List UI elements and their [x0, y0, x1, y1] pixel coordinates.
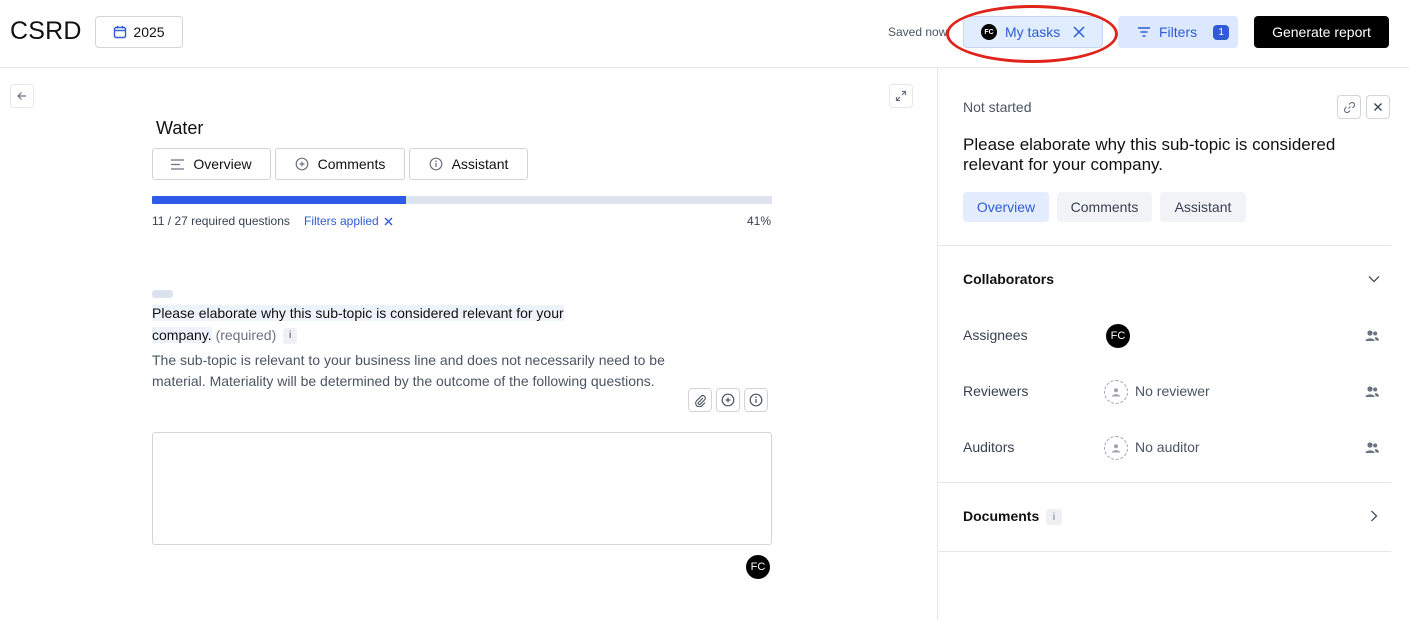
top-bar: CSRD 2025 Saved now FC My tasks Filters … — [0, 0, 1409, 68]
saved-status: Saved now — [888, 25, 948, 39]
filters-applied-label: Filters applied — [304, 214, 379, 228]
info-icon[interactable]: i — [1046, 509, 1062, 525]
user-icon — [1112, 388, 1120, 397]
calendar-icon — [114, 26, 127, 39]
collaborators-title: Collaborators — [963, 271, 1055, 287]
detail-panel: Not started Please elaborate why this su… — [937, 68, 1409, 620]
filters-applied-link[interactable]: Filters applied — [304, 214, 393, 228]
info-circle-icon — [429, 157, 442, 171]
empty-avatar[interactable] — [1104, 436, 1128, 460]
people-icon[interactable] — [1364, 328, 1380, 344]
arrow-left-icon — [17, 92, 26, 100]
avatar: FC — [981, 24, 997, 40]
info-icon[interactable]: i — [283, 328, 298, 345]
filter-lines-icon — [1138, 27, 1150, 37]
auditors-label: Auditors — [963, 439, 1015, 455]
reviewers-label: Reviewers — [963, 383, 1029, 399]
answer-textarea[interactable] — [152, 432, 772, 545]
chat-plus-icon — [295, 157, 309, 171]
close-icon — [1374, 103, 1382, 111]
progress-fill — [152, 196, 407, 204]
divider — [938, 245, 1391, 246]
generate-report-button[interactable]: Generate report — [1254, 16, 1389, 48]
question-text: Please elaborate why this sub-topic is c… — [152, 302, 592, 346]
question-line-2: company. — [152, 327, 212, 343]
chevron-right-icon[interactable] — [1370, 510, 1378, 522]
topic-title: Water — [156, 118, 204, 138]
question-description: The sub-topic is relevant to your busine… — [152, 352, 665, 389]
year-selector-button[interactable]: 2025 — [95, 16, 183, 48]
lines-icon — [171, 158, 185, 170]
tab-comments[interactable]: Comments — [275, 148, 405, 180]
info-circle-icon — [749, 393, 763, 407]
tab-overview[interactable]: Overview — [152, 148, 271, 180]
people-icon[interactable] — [1364, 384, 1380, 400]
expand-button[interactable] — [889, 84, 913, 108]
copy-link-button[interactable] — [1337, 95, 1361, 119]
required-questions-count: 11 / 27 required questions — [152, 214, 290, 228]
year-label: 2025 — [133, 24, 165, 40]
tab-label: Overview — [193, 156, 252, 172]
divider — [938, 482, 1391, 483]
skeleton-placeholder — [152, 290, 173, 298]
required-label: (required) — [215, 327, 277, 343]
add-comment-button[interactable] — [716, 388, 740, 412]
divider — [938, 551, 1391, 552]
panel-title: Please elaborate why this sub-topic is c… — [963, 135, 1336, 174]
progress-bar — [152, 196, 772, 204]
tab-label: Assistant — [451, 156, 509, 172]
tab-overview[interactable]: Overview — [963, 192, 1049, 222]
chevron-down-icon[interactable] — [1368, 275, 1380, 283]
app-title: CSRD — [10, 17, 82, 45]
attach-button[interactable] — [688, 388, 712, 412]
link-icon — [1343, 101, 1355, 113]
close-panel-button[interactable] — [1366, 95, 1390, 119]
documents-title: Documents — [963, 508, 1040, 524]
tab-assistant[interactable]: Assistant — [409, 148, 528, 180]
back-button[interactable] — [10, 84, 34, 108]
status-label: Not started — [963, 99, 1032, 115]
avatar[interactable]: FC — [1106, 324, 1130, 348]
info-button[interactable] — [744, 388, 768, 412]
chat-plus-icon — [721, 393, 735, 407]
question-line-1: Please elaborate why this sub-topic is c… — [152, 305, 564, 321]
my-tasks-label: My tasks — [1005, 24, 1061, 40]
tab-assistant[interactable]: Assistant — [1160, 192, 1246, 222]
tab-label: Comments — [317, 156, 386, 172]
progress-percent: 41% — [747, 214, 772, 228]
expand-icon — [895, 90, 907, 102]
my-tasks-filter-chip[interactable]: FC My tasks — [963, 16, 1103, 48]
close-icon[interactable] — [384, 217, 393, 226]
paperclip-icon — [694, 394, 706, 407]
close-icon[interactable] — [1072, 25, 1086, 39]
tab-comments[interactable]: Comments — [1057, 192, 1152, 222]
filters-button[interactable]: Filters 1 — [1118, 16, 1238, 48]
no-auditor-text: No auditor — [1135, 439, 1200, 455]
people-icon[interactable] — [1364, 440, 1380, 456]
no-reviewer-text: No reviewer — [1135, 383, 1210, 399]
user-icon — [1112, 444, 1120, 453]
avatar: FC — [746, 555, 770, 579]
filter-count-badge: 1 — [1213, 24, 1230, 40]
assignees-label: Assignees — [963, 327, 1028, 343]
filters-label: Filters — [1159, 24, 1198, 40]
empty-avatar[interactable] — [1104, 380, 1128, 404]
